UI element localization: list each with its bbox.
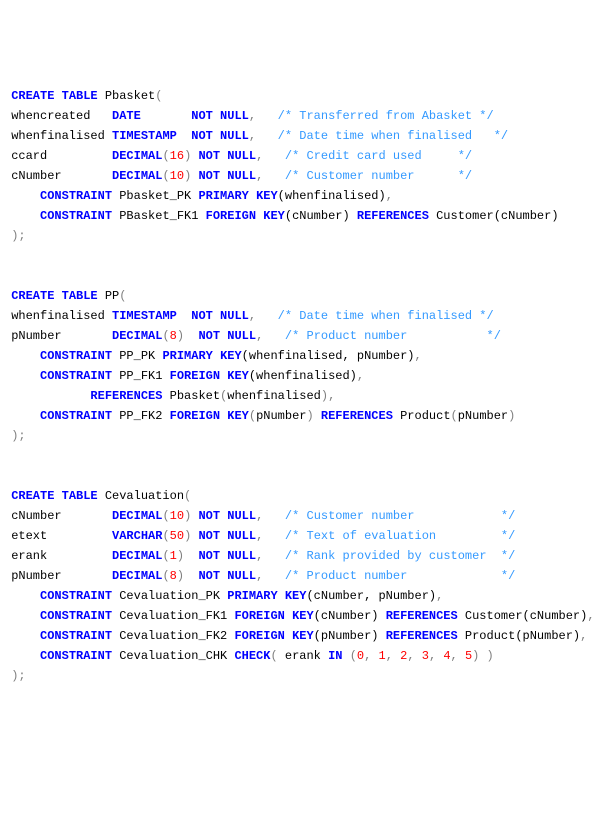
code-line: CONSTRAINT Cevaluation_PK PRIMARY KEY(cN… — [4, 586, 606, 606]
code-line: cNumber DECIMAL(10) NOT NULL, /* Custome… — [4, 506, 606, 526]
code-line: ); — [4, 666, 606, 686]
code-line: CONSTRAINT PBasket_FK1 FOREIGN KEY(cNumb… — [4, 206, 606, 226]
code-line: CONSTRAINT Cevaluation_FK2 FOREIGN KEY(p… — [4, 626, 606, 646]
code-line: CREATE TABLE Pbasket( — [4, 86, 606, 106]
code-line: cNumber DECIMAL(10) NOT NULL, /* Custome… — [4, 166, 606, 186]
code-line — [4, 686, 606, 706]
code-line: CONSTRAINT PP_PK PRIMARY KEY(whenfinalis… — [4, 346, 606, 366]
code-line: pNumber DECIMAL(8) NOT NULL, /* Product … — [4, 326, 606, 346]
code-line: whencreated DATE NOT NULL, /* Transferre… — [4, 106, 606, 126]
code-line: ); — [4, 226, 606, 246]
code-line: CONSTRAINT PP_FK1 FOREIGN KEY(whenfinali… — [4, 366, 606, 386]
code-line: ccard DECIMAL(16) NOT NULL, /* Credit ca… — [4, 146, 606, 166]
code-line: CREATE TABLE PP( — [4, 286, 606, 306]
code-line: whenfinalised TIMESTAMP NOT NULL, /* Dat… — [4, 306, 606, 326]
code-line: whenfinalised TIMESTAMP NOT NULL, /* Dat… — [4, 126, 606, 146]
code-line — [4, 246, 606, 266]
code-line — [4, 706, 606, 726]
code-line: erank DECIMAL(1) NOT NULL, /* Rank provi… — [4, 546, 606, 566]
code-line — [4, 446, 606, 466]
code-line: etext VARCHAR(50) NOT NULL, /* Text of e… — [4, 526, 606, 546]
code-line — [4, 466, 606, 486]
sql-code-block: CREATE TABLE Pbasket( whencreated DATE N… — [4, 86, 606, 726]
code-line: CONSTRAINT Cevaluation_FK1 FOREIGN KEY(c… — [4, 606, 606, 626]
code-line — [4, 266, 606, 286]
code-line: CREATE TABLE Cevaluation( — [4, 486, 606, 506]
code-line: CONSTRAINT Pbasket_PK PRIMARY KEY(whenfi… — [4, 186, 606, 206]
code-line: REFERENCES Pbasket(whenfinalised), — [4, 386, 606, 406]
code-line: ); — [4, 426, 606, 446]
code-line: CONSTRAINT PP_FK2 FOREIGN KEY(pNumber) R… — [4, 406, 606, 426]
code-line: pNumber DECIMAL(8) NOT NULL, /* Product … — [4, 566, 606, 586]
code-line: CONSTRAINT Cevaluation_CHK CHECK( erank … — [4, 646, 606, 666]
